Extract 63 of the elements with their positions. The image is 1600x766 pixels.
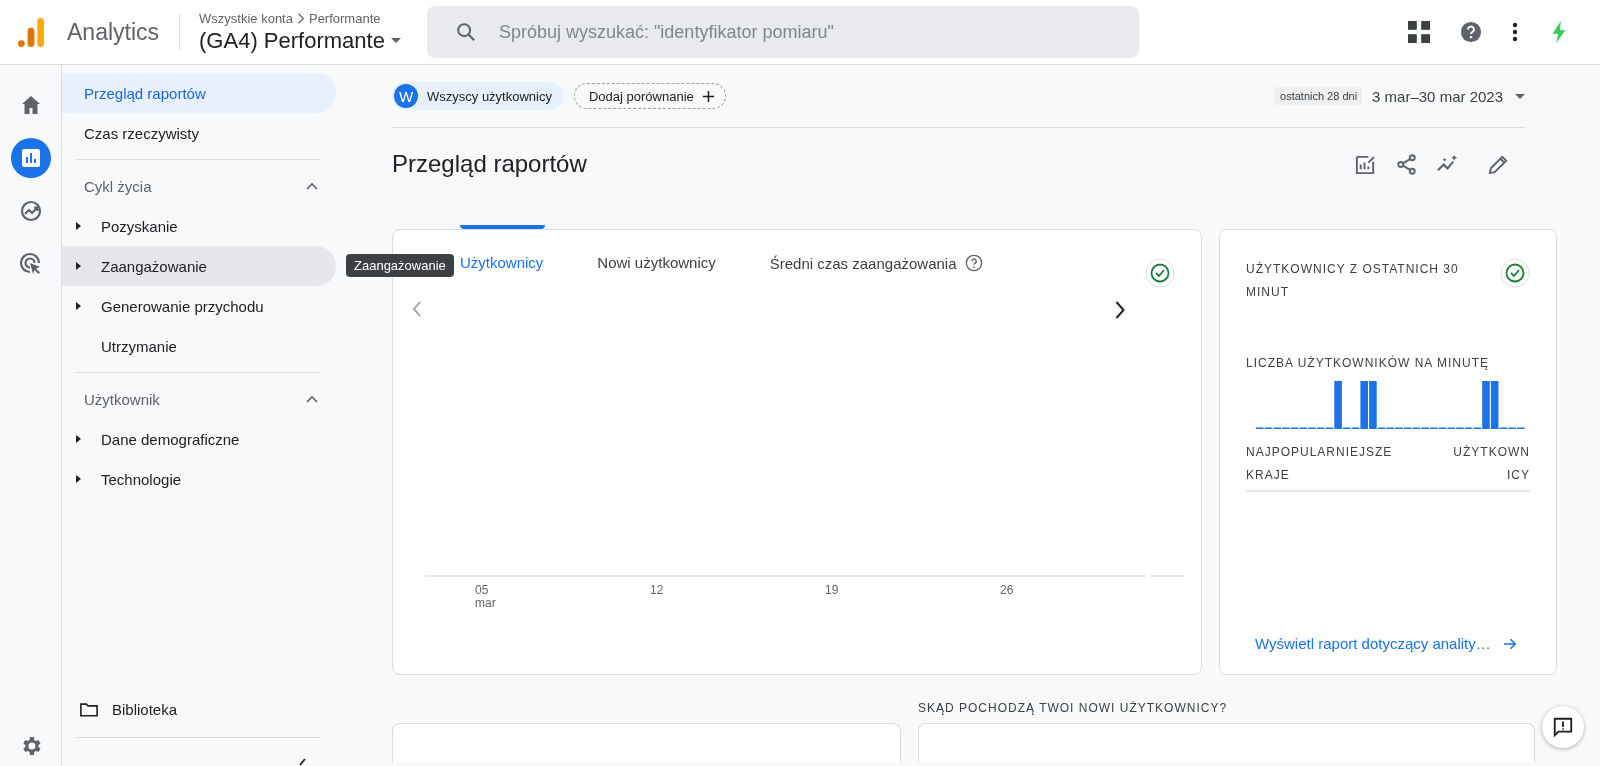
date-range-selector[interactable]: 3 mar–30 mar 2023	[1372, 87, 1525, 105]
nav-item[interactable]: Pozyskanie	[62, 206, 336, 246]
axis-label: 19	[825, 584, 839, 597]
check-circle-icon	[1145, 258, 1175, 288]
expand-triangle-icon	[76, 435, 81, 443]
view-report-link[interactable]: Wyświetl raport dotyczący anality…	[1246, 635, 1530, 652]
library-link[interactable]: Biblioteka	[62, 689, 340, 729]
axis-label: 05	[475, 584, 489, 597]
breadcrumb-item[interactable]: Wszystkie konta	[199, 10, 293, 26]
trend-circle-icon	[18, 199, 43, 223]
column-header: UŻYTKOWNICY	[1452, 444, 1530, 484]
nav-item[interactable]: Przegląd raportów	[62, 73, 336, 113]
segment-chip[interactable]: W Wszyscy użytkownicy	[392, 82, 564, 110]
expand-triangle-icon	[76, 222, 81, 230]
analytics-logo-icon	[18, 17, 45, 47]
reports-nav-button[interactable]	[10, 138, 51, 178]
chevron-icon	[306, 182, 318, 190]
chevron-right-icon[interactable]	[1114, 301, 1125, 319]
breadcrumb-item[interactable]: Performante	[308, 10, 381, 26]
section-title: SKĄD POCHODZĄ TWOI NOWI UŻYTKOWNICY?	[918, 700, 1229, 717]
nav-item[interactable]: Technologie	[62, 459, 336, 499]
apps-grid-icon[interactable]	[1408, 21, 1430, 43]
nav-item[interactable]: Utrzymanie	[62, 326, 336, 366]
page-title: Przegląd raportów	[392, 150, 587, 178]
nav-item[interactable]: Dane demograficzne	[62, 419, 336, 459]
search-field[interactable]: Spróbuj wyszukać: "identyfikator pomiaru"	[426, 6, 1139, 58]
chart-title: LICZBA UŻYTKOWNIKÓW NA MINUTĘ	[1246, 354, 1490, 372]
chevron-icon	[306, 395, 318, 403]
property-selector[interactable]: (GA4) Performante	[199, 27, 401, 54]
check-circle-icon	[1500, 258, 1530, 288]
axis-label: 12	[650, 584, 664, 597]
folder-icon	[80, 701, 98, 717]
metric-tab[interactable]: Średni czas zaangażowania	[769, 254, 983, 272]
cursor-target-icon	[18, 252, 43, 276]
product-name: Analytics	[67, 18, 160, 46]
search-input[interactable]: Spróbuj wyszukać: "identyfikator pomiaru"	[496, 20, 1139, 44]
more-options-icon[interactable]	[1512, 21, 1518, 43]
nav-section-header[interactable]: Cykl życia	[62, 166, 340, 206]
axis-label: mar	[475, 597, 496, 610]
expand-triangle-icon	[76, 475, 81, 483]
column-header: NAJPOPULARNIEJSZE KRAJE	[1246, 444, 1394, 484]
metric-tab[interactable]: Nowi użytkownicy	[597, 254, 716, 271]
metric-tab[interactable]: Użytkownicy	[460, 254, 544, 271]
feedback-icon	[1552, 716, 1574, 738]
nav-item[interactable]: Generowanie przychodu	[62, 286, 336, 326]
help-icon[interactable]	[1460, 21, 1482, 43]
plus-icon	[701, 89, 715, 103]
axis-label: 26	[1000, 584, 1014, 597]
chevron-left-icon[interactable]	[413, 301, 422, 317]
chevron-right-icon	[296, 12, 305, 24]
arrow-right-icon	[1502, 636, 1517, 651]
nav-item[interactable]: Czas rzeczywisty	[62, 113, 336, 153]
share-icon[interactable]	[1395, 152, 1418, 176]
nav-section-header[interactable]: Użytkownik	[62, 379, 340, 419]
expand-triangle-icon	[76, 262, 81, 270]
tooltip: Zaangażowanie	[346, 254, 454, 277]
dropdown-caret-icon	[390, 38, 401, 43]
date-range-hint: ostatnich 28 dni	[1275, 87, 1363, 105]
feedback-button[interactable]	[1542, 706, 1584, 748]
expand-triangle-icon	[76, 302, 81, 310]
search-icon	[454, 21, 477, 43]
card-title: UŻYTKOWNICY Z OSTATNICH 30 MINUT	[1246, 261, 1460, 301]
dropdown-caret-icon	[1515, 93, 1525, 99]
